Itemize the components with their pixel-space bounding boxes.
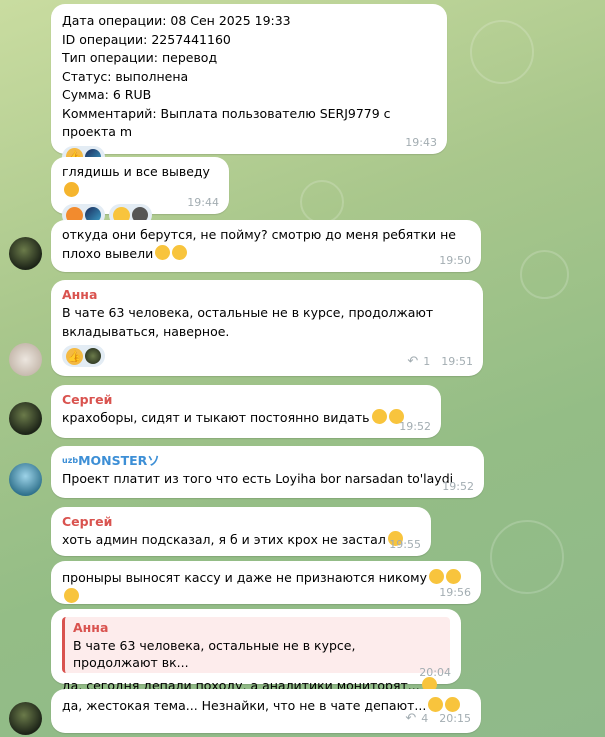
- message[interactable]: проныры выносят кассу и даже не признают…: [51, 561, 481, 604]
- message-line: Статус: выполнена: [62, 68, 189, 84]
- reactor-avatar: [85, 348, 101, 364]
- sender-name[interactable]: Анна: [62, 286, 472, 304]
- raised-eyebrow-emoji-icon: [371, 409, 387, 424]
- message-time: 19:44: [187, 196, 219, 209]
- message[interactable]: Сергей крахоборы, сидят и тыкают постоян…: [51, 385, 441, 438]
- message-text: хоть админ подсказал, я б и этих крох не…: [62, 532, 386, 547]
- avatar[interactable]: [9, 463, 42, 496]
- message-text: да, жестокая тема... Незнайки, что не в …: [62, 698, 427, 713]
- message-time: 19:43: [405, 136, 437, 149]
- message-time: 19:56: [439, 586, 471, 599]
- message[interactable]: глядишь и все выведу 19:44: [51, 157, 229, 226]
- background-doodle: [520, 250, 569, 299]
- reaction-thumbs-up[interactable]: 👍: [62, 345, 105, 367]
- message-text: глядишь и все выведу: [62, 164, 210, 179]
- message[interactable]: Анна В чате 63 человека, остальные не в …: [51, 609, 461, 693]
- message-text: крахоборы, сидят и тыкают постоянно вида…: [62, 410, 370, 425]
- message-line: Дата операции: 08 Сен 2025 19:33: [62, 13, 291, 28]
- reply-arrow-icon[interactable]: ↶: [407, 353, 418, 372]
- message[interactable]: Анна В чате 63 человека, остальные не в …: [51, 280, 483, 376]
- message[interactable]: uzbMONSTERソ Проект платит из того что ес…: [51, 446, 484, 498]
- background-doodle: [300, 180, 344, 224]
- avatar[interactable]: [9, 402, 42, 435]
- message-time: 20:04: [419, 666, 451, 679]
- sender-name[interactable]: Сергей: [62, 513, 420, 531]
- message[interactable]: Сергей хоть админ подсказал, я б и этих …: [51, 507, 431, 556]
- reply-arrow-icon[interactable]: ↶: [405, 710, 416, 729]
- message-text: В чате 63 человека, остальные не в курсе…: [62, 305, 434, 339]
- flushed-emoji-icon: [428, 569, 444, 584]
- message-line: Тип операции: перевод: [62, 50, 218, 65]
- message-text: откуда они берутся, не пойму? смотрю до …: [62, 227, 456, 261]
- message[interactable]: да, жестокая тема... Незнайки, что не в …: [51, 689, 481, 733]
- sender-name-text: MONSTERソ: [78, 453, 160, 468]
- message-time: 19:51: [441, 354, 473, 368]
- background-doodle: [470, 20, 534, 84]
- rolling-eyes-emoji-icon: [155, 244, 171, 260]
- message[interactable]: откуда они берутся, не пойму? смотрю до …: [51, 220, 481, 272]
- thumbs-up-icon: 👍: [66, 347, 83, 365]
- country-tag: uzb: [62, 456, 79, 465]
- quote-sender: Анна: [73, 620, 109, 635]
- message-line: ID операции: 2257441160: [62, 31, 231, 47]
- reply-quote[interactable]: Анна В чате 63 человека, остальные не в …: [62, 617, 450, 673]
- message-text: проныры выносят кассу и даже не признают…: [62, 570, 427, 585]
- message-line: Комментарий: Выплата пользователю SERJ97…: [62, 105, 391, 140]
- reply-count[interactable]: 4: [421, 710, 428, 729]
- message-time: 19:52: [399, 420, 431, 433]
- avatar[interactable]: [9, 237, 42, 270]
- message-time: 19:55: [389, 538, 421, 551]
- flushed-emoji-icon: [172, 244, 188, 260]
- reply-count[interactable]: 1: [423, 353, 430, 372]
- message-time: 20:15: [439, 711, 471, 725]
- background-doodle: [490, 520, 564, 594]
- message[interactable]: Дата операции: 08 Сен 2025 19:33 ID опер…: [51, 4, 447, 168]
- message-meta: ↶ 4 20:15: [405, 710, 471, 729]
- sender-name[interactable]: Сергей: [62, 391, 430, 409]
- sender-name[interactable]: uzbMONSTERソ: [62, 452, 473, 470]
- message-line: Сумма: 6 RUB: [62, 87, 152, 102]
- message-meta: ↶ 1 19:51: [407, 353, 473, 372]
- quote-text: В чате 63 человека, остальные не в курсе…: [73, 638, 356, 670]
- message-time: 19:50: [439, 254, 471, 267]
- grimace-emoji-icon: [64, 587, 79, 603]
- message-text: Проект платит из того что есть Loyiha bo…: [62, 471, 454, 486]
- scream-emoji-icon: [445, 569, 461, 584]
- avatar[interactable]: [9, 343, 42, 376]
- avatar[interactable]: [9, 702, 42, 735]
- message-time: 19:52: [442, 480, 474, 493]
- tongue-emoji-icon: [64, 181, 79, 197]
